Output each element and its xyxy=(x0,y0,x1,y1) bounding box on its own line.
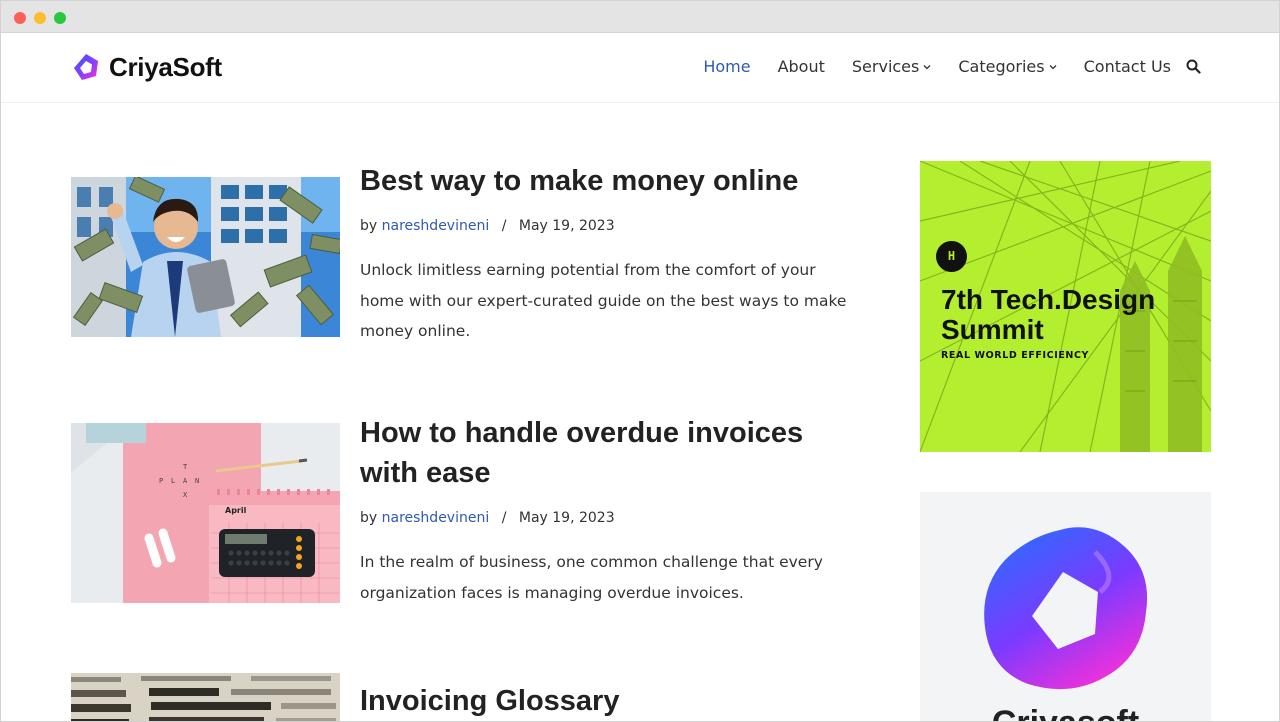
svg-text:P: P xyxy=(159,477,163,485)
nav-home-label: Home xyxy=(703,57,751,76)
post-author-link[interactable]: nareshdevineni xyxy=(382,510,490,526)
post-meta: by nareshdevineni / May 19, 2023 xyxy=(360,215,860,237)
nav-home[interactable]: Home xyxy=(703,57,750,76)
post-content: Invoicing Glossary xyxy=(360,673,860,721)
site-logo[interactable]: CriyaSoft xyxy=(71,50,222,84)
svg-text:N: N xyxy=(195,477,199,485)
post-meta: by nareshdevineni / May 19, 2023 xyxy=(360,507,860,529)
post-thumbnail[interactable]: TPLANX April xyxy=(71,423,340,603)
nav-contact-us[interactable]: Contact Us xyxy=(1084,57,1171,76)
nav-categories[interactable]: Categories xyxy=(958,57,1057,76)
post-title[interactable]: How to handle overdue invoices with ease xyxy=(360,413,860,493)
meta-by: by xyxy=(360,510,378,526)
main-nav: Home About Services Categories Contact U… xyxy=(676,57,1201,76)
criyasoft-ad-text: Criyasoft xyxy=(920,704,1211,721)
brand-name: CriyaSoft xyxy=(109,51,222,82)
window-titlebar xyxy=(1,1,1279,33)
post-thumbnail[interactable] xyxy=(71,673,340,721)
chevron-down-icon xyxy=(1049,64,1057,69)
post-date: May 19, 2023 xyxy=(518,218,615,234)
criyasoft-ad[interactable]: Criyasoft xyxy=(920,492,1211,721)
post-date: May 19, 2023 xyxy=(518,510,615,526)
browser-window: CriyaSoft Home About Services Categories… xyxy=(0,0,1280,722)
post-author-link[interactable]: nareshdevineni xyxy=(382,218,490,234)
post-content: Best way to make money online by nareshd… xyxy=(360,161,860,347)
nav-about-label: About xyxy=(777,57,825,76)
nav-about[interactable]: About xyxy=(778,57,825,76)
dictionary-image xyxy=(71,673,340,721)
post-title[interactable]: Invoicing Glossary xyxy=(360,681,860,721)
svg-text:April: April xyxy=(225,506,247,515)
chevron-down-icon xyxy=(923,64,931,69)
post-title[interactable]: Best way to make money online xyxy=(360,161,860,201)
nav-services[interactable]: Services xyxy=(852,57,931,76)
post-thumbnail[interactable] xyxy=(71,177,340,337)
post-excerpt: In the realm of business, one common cha… xyxy=(360,553,823,602)
summit-title: 7th Tech.Design Summit xyxy=(941,284,1156,345)
post-excerpt: Unlock limitless earning potential from … xyxy=(360,261,847,340)
minimize-window-button[interactable] xyxy=(34,12,46,24)
criyasoft-logo-graphic xyxy=(984,527,1148,690)
summit-banner-ad[interactable]: H 7th Tech.Design Summit REAL WORLD EFFI… xyxy=(920,161,1211,452)
site-header: CriyaSoft Home About Services Categories… xyxy=(1,33,1279,103)
logo-icon xyxy=(74,54,98,80)
nav-categories-label: Categories xyxy=(958,57,1045,76)
maximize-window-button[interactable] xyxy=(54,12,66,24)
search-icon xyxy=(1186,59,1201,74)
meta-separator: / xyxy=(501,510,507,526)
meta-separator: / xyxy=(501,218,507,234)
svg-text:L: L xyxy=(171,477,175,485)
invoice-desk-image: TP L A NX April xyxy=(71,423,340,603)
nav-contact-label: Contact Us xyxy=(1083,57,1171,76)
search-button[interactable] xyxy=(1185,59,1201,75)
post-content: How to handle overdue invoices with ease… xyxy=(360,413,860,608)
money-man-image xyxy=(71,177,340,337)
summit-subtitle: REAL WORLD EFFICIENCY xyxy=(941,350,1090,361)
nav-services-label: Services xyxy=(851,57,920,76)
summit-logo-icon: H xyxy=(936,241,967,272)
meta-by: by xyxy=(360,218,378,234)
close-window-button[interactable] xyxy=(14,12,26,24)
